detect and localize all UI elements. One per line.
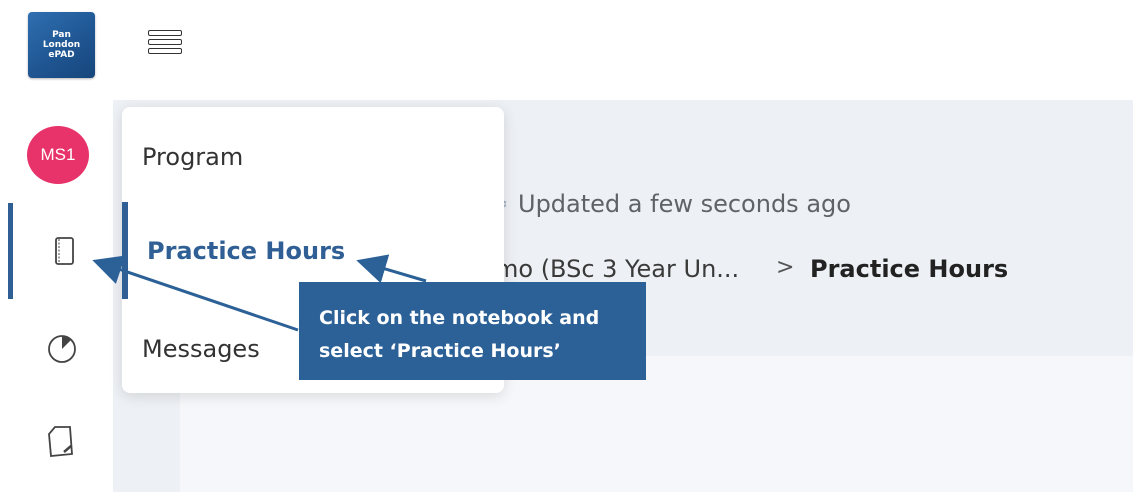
document-edit-icon[interactable] xyxy=(46,424,76,460)
instruction-callout: Click on the notebook and select ‘Practi… xyxy=(299,282,646,380)
hamburger-menu-icon[interactable] xyxy=(148,30,184,62)
updated-status: Updated a few seconds ago xyxy=(518,190,851,218)
pan-london-epad-logo[interactable]: Pan London ePAD xyxy=(28,12,95,78)
breadcrumb-separator-icon: > xyxy=(776,255,795,280)
breadcrumb-parent[interactable]: mo (BSc 3 Year Un... xyxy=(495,255,739,283)
notebook-icon[interactable] xyxy=(52,236,76,268)
menu-item-messages[interactable]: Messages xyxy=(142,335,260,363)
breadcrumb-current: Practice Hours xyxy=(810,255,1009,283)
logo-line-2: London xyxy=(42,40,81,50)
sidebar-active-indicator xyxy=(8,203,13,299)
menu-active-indicator xyxy=(122,202,128,299)
top-bar: Pan London ePAD xyxy=(0,0,1133,100)
avatar[interactable]: MS1 xyxy=(27,126,89,184)
logo-line-3: ePAD xyxy=(48,50,75,60)
logo-line-1: Pan xyxy=(52,30,71,40)
callout-line-1: Click on the notebook and xyxy=(319,307,600,329)
callout-line-2: select ‘Practice Hours’ xyxy=(319,340,561,362)
menu-item-program[interactable]: Program xyxy=(142,143,243,171)
pie-chart-icon[interactable] xyxy=(47,333,79,365)
menu-item-practice-hours[interactable]: Practice Hours xyxy=(147,237,345,265)
